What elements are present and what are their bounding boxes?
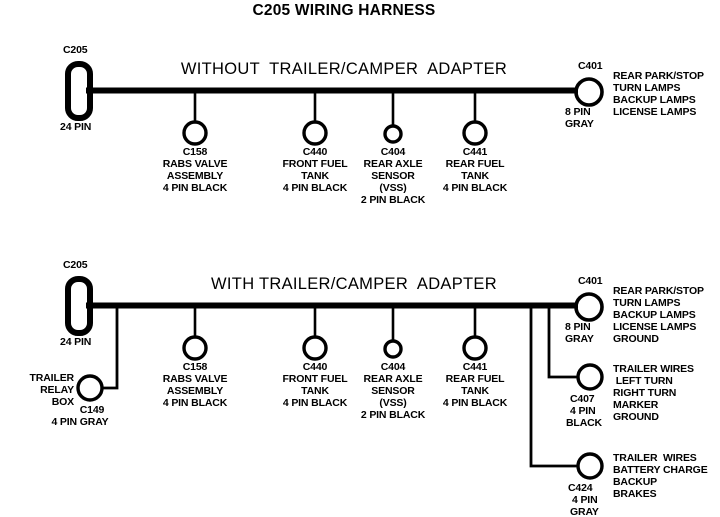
circuit-c401-bottom-line5: GROUND bbox=[613, 333, 659, 345]
circuit-c401-top-line2: TURN LAMPS bbox=[613, 82, 681, 94]
connector-desc-c404-bottom-line1: REAR AXLE bbox=[363, 373, 423, 385]
connector-color-c424: GRAY bbox=[570, 506, 599, 517]
page-title: C205 WIRING HARNESS bbox=[252, 2, 436, 19]
connector-c158-top[interactable] bbox=[182, 120, 208, 146]
connector-desc-c158-top-line3: 4 PIN BLACK bbox=[162, 182, 228, 194]
circuit-c401-bottom-line2: TURN LAMPS bbox=[613, 297, 681, 309]
connector-c149[interactable] bbox=[76, 374, 104, 402]
connector-c158-bottom[interactable] bbox=[182, 335, 208, 361]
connector-desc-c441-bottom-line3: 4 PIN BLACK bbox=[442, 397, 508, 409]
circuit-c401-bottom-line3: BACKUP LAMPS bbox=[613, 309, 696, 321]
connector-label-c205-top: C205 bbox=[63, 44, 88, 56]
circuit-c407-line4: MARKER bbox=[613, 399, 659, 411]
relay-box-label-line3: BOX bbox=[51, 396, 74, 408]
connector-desc-c440-top-line2: TANK bbox=[301, 170, 329, 182]
connector-color-c401-top: GRAY bbox=[565, 118, 594, 130]
relay-box-label-line2: RELAY bbox=[40, 384, 74, 396]
connector-label-c441-top: C441 bbox=[462, 146, 488, 158]
connector-pins-c401-top: 8 PIN bbox=[565, 106, 591, 118]
connector-c441-top[interactable] bbox=[462, 120, 488, 146]
relay-box-label-line1: TRAILER bbox=[29, 372, 75, 384]
connector-desc-c441-top-line3: 4 PIN BLACK bbox=[442, 182, 508, 194]
connector-label-c401-top: C401 bbox=[578, 60, 603, 72]
connector-pins-c401-bottom: 8 PIN bbox=[565, 321, 591, 333]
connector-desc-c404-bottom-line3: (VSS) bbox=[379, 397, 407, 409]
circuit-c407-line2: LEFT TURN bbox=[613, 375, 673, 387]
connector-label-c407: C407 bbox=[570, 393, 595, 405]
connector-desc-c440-bottom-line2: TANK bbox=[301, 385, 329, 397]
connector-desc-c158-top-line2: ASSEMBLY bbox=[166, 170, 224, 182]
connector-c440-bottom[interactable] bbox=[302, 335, 328, 361]
connector-label-c440-bottom: C440 bbox=[302, 361, 328, 373]
circuit-c401-top-line1: REAR PARK/STOP bbox=[613, 70, 704, 82]
connector-pins-c407: 4 PIN bbox=[570, 405, 596, 417]
connector-color-c401-bottom: GRAY bbox=[565, 333, 594, 345]
connector-label-c158-top: C158 bbox=[182, 146, 208, 158]
connector-desc-c441-bottom-line2: TANK bbox=[461, 385, 489, 397]
connector-desc-c404-top-line2: SENSOR bbox=[371, 170, 415, 182]
connector-desc-c158-bottom-line3: 4 PIN BLACK bbox=[162, 397, 228, 409]
connector-c401-top[interactable] bbox=[574, 77, 604, 107]
connector-desc-c441-top-line2: TANK bbox=[461, 170, 489, 182]
circuit-c424-line3: BACKUP bbox=[613, 476, 658, 488]
connector-label-c440-top: C440 bbox=[302, 146, 328, 158]
connector-desc-c441-bottom-line1: REAR FUEL bbox=[445, 373, 505, 385]
connector-desc-c404-top-line4: 2 PIN BLACK bbox=[360, 194, 426, 206]
circuit-c401-bottom-line4: LICENSE LAMPS bbox=[613, 321, 697, 333]
connector-label-c424: C424 bbox=[568, 482, 593, 494]
connector-desc-c404-top-line1: REAR AXLE bbox=[363, 158, 423, 170]
connector-desc-c158-bottom-line1: RABS VALVE bbox=[162, 373, 228, 385]
connector-c440-top[interactable] bbox=[302, 120, 328, 146]
circuit-c424-line4: BRAKES bbox=[613, 488, 657, 500]
connector-desc-c404-top-line3: (VSS) bbox=[379, 182, 407, 194]
wiring-diagram-canvas: C205 WIRING HARNESS WITHOUT TRAILER/CAMP… bbox=[0, 0, 720, 517]
connector-label-c158-bottom: C158 bbox=[182, 361, 208, 373]
connector-color-c407: BLACK bbox=[566, 417, 602, 429]
branch-c149 bbox=[102, 307, 119, 390]
connector-label-c401-bottom: C401 bbox=[578, 275, 603, 287]
connector-desc-c441-top-line1: REAR FUEL bbox=[445, 158, 505, 170]
connector-desc-c440-bottom-line3: 4 PIN BLACK bbox=[282, 397, 348, 409]
circuit-c407-line3: RIGHT TURN bbox=[613, 387, 677, 399]
section-title-with-adapter: WITH TRAILER/CAMPER ADAPTER bbox=[211, 275, 497, 293]
connector-c404-bottom[interactable] bbox=[383, 339, 403, 359]
circuit-c424-line2: BATTERY CHARGE bbox=[613, 464, 708, 476]
connector-desc-c404-bottom-line4: 2 PIN BLACK bbox=[360, 409, 426, 421]
connector-label-c205-bottom: C205 bbox=[63, 259, 88, 271]
connector-desc-c158-bottom-line2: ASSEMBLY bbox=[166, 385, 224, 397]
connector-pins-c205-top: 24 PIN bbox=[60, 121, 92, 133]
connector-c407[interactable] bbox=[576, 363, 604, 391]
connector-label-c404-bottom: C404 bbox=[380, 361, 406, 373]
connector-c401-bottom[interactable] bbox=[574, 292, 604, 322]
connector-desc-c440-top-line1: FRONT FUEL bbox=[282, 158, 348, 170]
connector-desc-c440-bottom-line1: FRONT FUEL bbox=[282, 373, 348, 385]
connector-label-c149: C149 bbox=[79, 404, 105, 416]
connector-desc-c404-bottom-line2: SENSOR bbox=[371, 385, 415, 397]
circuit-c401-top-line4: LICENSE LAMPS bbox=[613, 106, 697, 118]
connector-spec-c149: 4 PIN GRAY bbox=[51, 416, 109, 428]
connector-c424[interactable] bbox=[576, 452, 604, 480]
connector-label-c404-top: C404 bbox=[380, 146, 406, 158]
connector-desc-c158-top-line1: RABS VALVE bbox=[162, 158, 228, 170]
circuit-c401-bottom-line1: REAR PARK/STOP bbox=[613, 285, 704, 297]
connector-c441-bottom[interactable] bbox=[462, 335, 488, 361]
section-title-without-adapter: WITHOUT TRAILER/CAMPER ADAPTER bbox=[180, 60, 508, 78]
connector-c404-top[interactable] bbox=[383, 124, 403, 144]
connector-desc-c440-top-line3: 4 PIN BLACK bbox=[282, 182, 348, 194]
connector-pins-c205-bottom: 24 PIN bbox=[60, 336, 92, 348]
circuit-c424-line1: TRAILER WIRES bbox=[613, 452, 697, 464]
circuit-c407-line1: TRAILER WIRES bbox=[613, 363, 694, 375]
connector-label-c441-bottom: C441 bbox=[462, 361, 488, 373]
connector-pins-c424: 4 PIN bbox=[572, 494, 598, 506]
circuit-c401-top-line3: BACKUP LAMPS bbox=[613, 94, 696, 106]
circuit-c407-line5: GROUND bbox=[613, 411, 659, 423]
